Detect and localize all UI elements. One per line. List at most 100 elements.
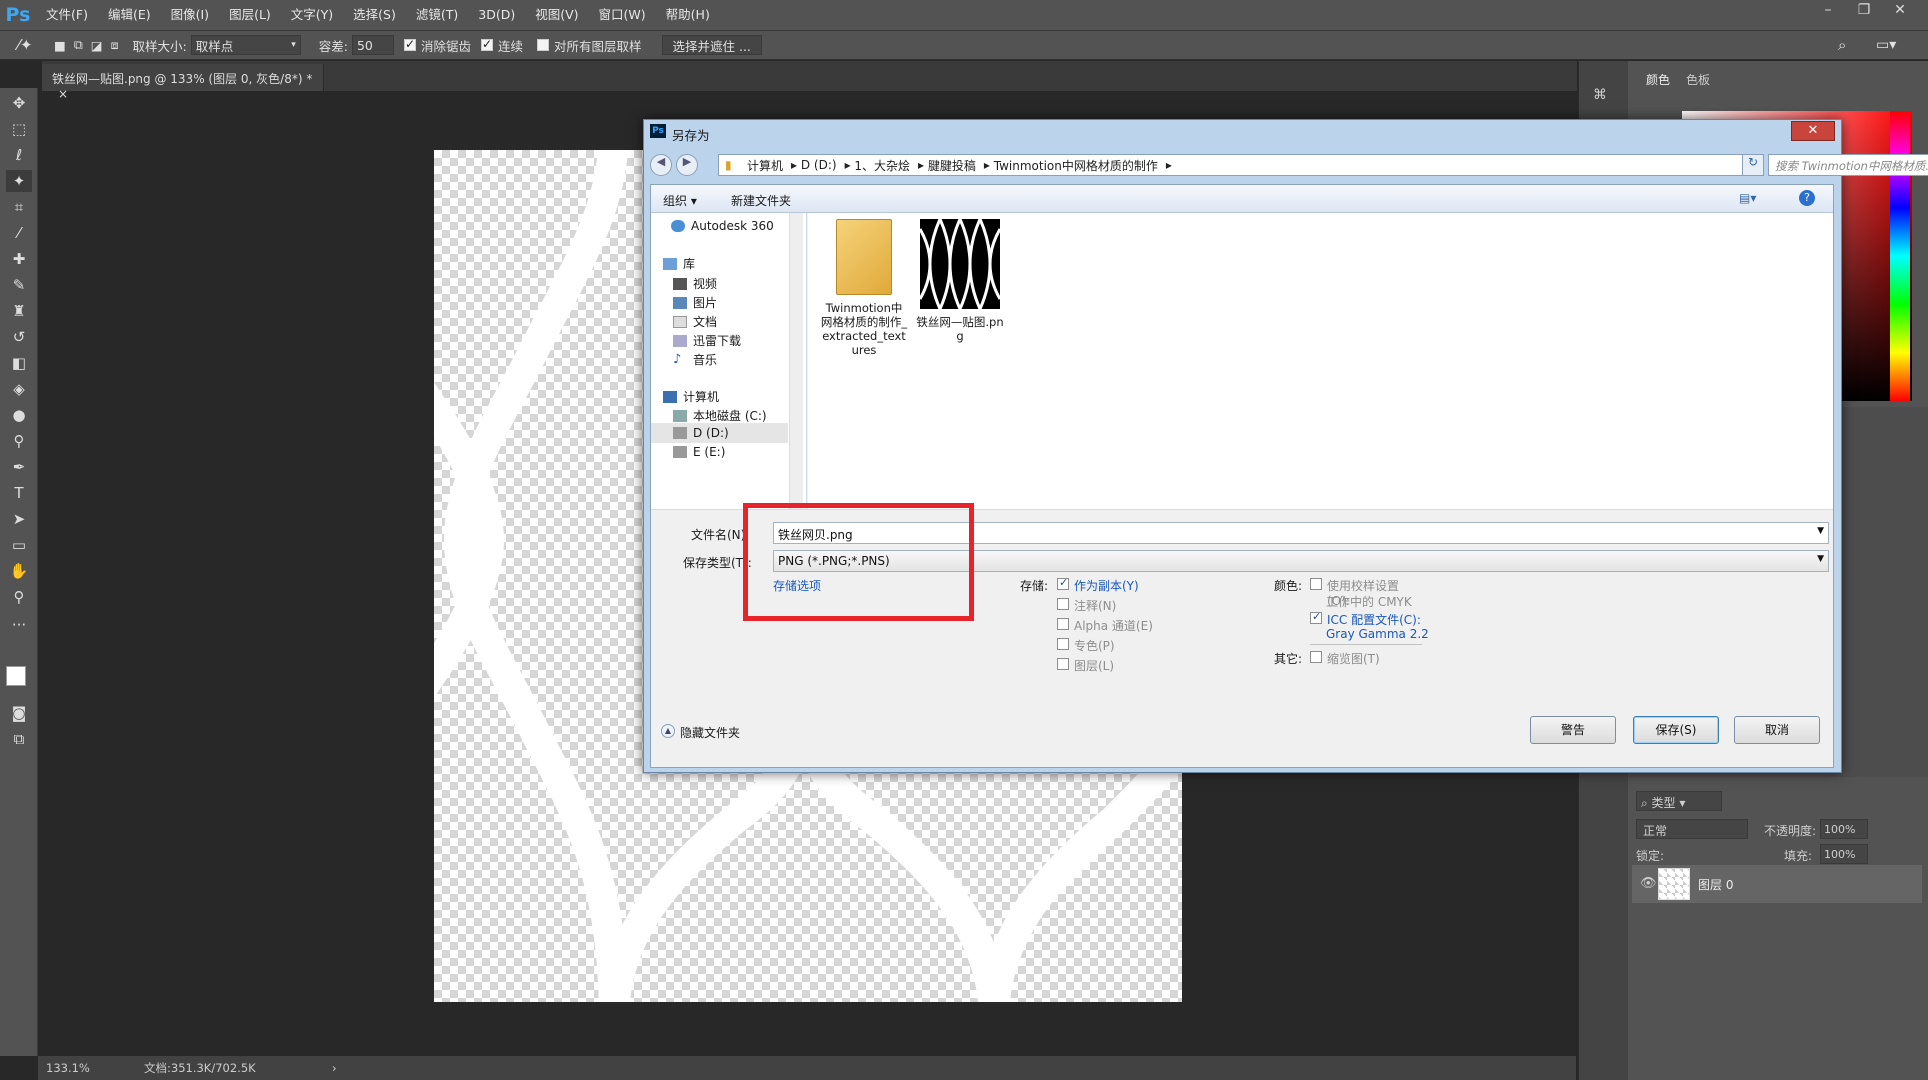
status-arrow-icon[interactable]: › xyxy=(332,1061,337,1075)
sample-all-checkbox[interactable] xyxy=(536,39,549,51)
clone-stamp-icon[interactable]: ♜ xyxy=(6,300,32,322)
thumbnail-option[interactable]: 缩览图(T) xyxy=(1310,650,1380,667)
nav-pictures[interactable]: 图片 xyxy=(673,294,717,311)
crop-tool-icon[interactable]: ⌗ xyxy=(6,196,32,218)
hide-folders-toggle[interactable]: ▲ 隐藏文件夹 xyxy=(661,724,740,741)
close-tab-icon[interactable]: × xyxy=(58,87,68,101)
nav-music[interactable]: ♪ 音乐 xyxy=(673,351,717,368)
eraser-tool-icon[interactable]: ◧ xyxy=(6,352,32,374)
screen-mode-icon[interactable]: ⧉ xyxy=(6,728,32,750)
search-input[interactable]: 搜索 Twinmotion中网格材质... xyxy=(1768,154,1928,176)
foreground-color-swatch[interactable] xyxy=(6,666,26,686)
menu-window[interactable]: 窗口(W) xyxy=(589,0,656,30)
nav-drive-d[interactable]: D (D:) xyxy=(651,423,788,443)
sample-size-select[interactable]: 取样点 ▾ xyxy=(190,35,301,55)
alpha-checkbox[interactable] xyxy=(1057,618,1069,630)
eyedropper-tool-icon[interactable]: ⁄ xyxy=(6,222,32,244)
layer-row[interactable]: 👁 图层 0 xyxy=(1632,865,1922,903)
use-proof-checkbox[interactable] xyxy=(1310,578,1322,590)
move-tool-icon[interactable]: ✥ xyxy=(6,92,32,114)
thumbnail-checkbox[interactable] xyxy=(1310,651,1322,663)
as-copy-checkbox[interactable] xyxy=(1057,576,1069,590)
help-icon[interactable]: ? xyxy=(1799,190,1815,206)
breadcrumb-drive-d[interactable]: D (D:) xyxy=(801,158,837,172)
new-folder-button[interactable]: 新建文件夹 xyxy=(731,192,791,209)
rectangle-tool-icon[interactable]: ▭ xyxy=(6,534,32,556)
spot-option[interactable]: 专色(P) xyxy=(1057,637,1115,654)
menu-type[interactable]: 文字(Y) xyxy=(281,0,343,30)
paint-bucket-icon[interactable]: ◈ xyxy=(6,378,32,400)
breadcrumb-misc[interactable]: 1、大杂烩 xyxy=(854,157,910,174)
refresh-icon[interactable]: ↻ xyxy=(1742,154,1764,176)
menu-edit[interactable]: 编辑(E) xyxy=(98,0,161,30)
nav-scrollbar[interactable] xyxy=(789,213,803,509)
icc-checkbox[interactable] xyxy=(1310,610,1322,624)
tab-swatches[interactable]: 色板 xyxy=(1686,71,1710,88)
cancel-button[interactable]: 取消 xyxy=(1734,716,1820,744)
file-item-png[interactable]: 铁丝网—贴图.png xyxy=(916,217,1004,367)
subtract-selection-icon[interactable]: ◪ xyxy=(91,38,103,53)
tolerance-input[interactable]: 50 xyxy=(351,35,394,55)
dodge-tool-icon[interactable]: ⚲ xyxy=(6,430,32,452)
save-button[interactable]: 保存(S) xyxy=(1633,716,1719,744)
breadcrumb-computer[interactable]: 计算机 xyxy=(747,157,783,174)
blend-mode-select[interactable]: 正常 xyxy=(1636,819,1748,839)
nav-drive-c[interactable]: 本地磁盘 (C:) xyxy=(673,407,767,424)
nav-thunder[interactable]: 迅雷下载 xyxy=(673,332,741,349)
lasso-tool-icon[interactable]: ℓ xyxy=(6,144,32,166)
opacity-input[interactable]: 100% xyxy=(1820,819,1868,839)
menu-image[interactable]: 图像(I) xyxy=(161,0,219,30)
restore-icon[interactable]: ❐ xyxy=(1848,0,1880,22)
minimize-icon[interactable]: – xyxy=(1812,0,1844,22)
dialog-close-button[interactable]: ✕ xyxy=(1791,121,1835,141)
history-brush-icon[interactable]: ↺ xyxy=(6,326,32,348)
path-select-icon[interactable]: ➤ xyxy=(6,508,32,530)
zoom-level[interactable]: 133.1% xyxy=(46,1061,110,1075)
workspace-icon[interactable]: ▭▾ xyxy=(1876,37,1896,53)
nav-library[interactable]: 库 xyxy=(663,255,695,272)
close-icon[interactable]: ✕ xyxy=(1884,0,1916,22)
view-options-icon[interactable]: ▤▾ xyxy=(1739,191,1756,205)
healing-brush-icon[interactable]: ✚ xyxy=(6,248,32,270)
notes-option[interactable]: 注释(N) xyxy=(1057,597,1116,614)
tab-color[interactable]: 颜色 xyxy=(1646,71,1670,88)
organize-button[interactable]: 组织 ▾ xyxy=(663,192,697,209)
nav-autodesk[interactable]: Autodesk 360 xyxy=(671,219,774,233)
breadcrumb-current-folder[interactable]: Twinmotion中网格材质的制作 xyxy=(994,157,1158,174)
menu-3d[interactable]: 3D(D) xyxy=(468,0,525,30)
antialias-checkbox[interactable] xyxy=(403,37,416,51)
breadcrumb[interactable]: ▮ 计算机 ▸ D (D:) ▸ 1、大杂烩 ▸ 腱腱投稿 ▸ Twinmotion中网… xyxy=(718,154,1758,176)
icc-option[interactable]: ICC 配置文件(C): xyxy=(1310,610,1421,628)
contiguous-checkbox[interactable] xyxy=(480,37,493,51)
pen-tool-icon[interactable]: ✒ xyxy=(6,456,32,478)
nav-videos[interactable]: 视频 xyxy=(673,275,717,292)
magic-wand-tool-icon[interactable]: ✦ xyxy=(6,170,32,192)
menu-view[interactable]: 视图(V) xyxy=(525,0,588,30)
nav-computer[interactable]: 计算机 xyxy=(663,388,719,405)
alpha-option[interactable]: Alpha 通道(E) xyxy=(1057,617,1153,634)
intersect-selection-icon[interactable]: ⧈ xyxy=(111,37,119,53)
menu-filter[interactable]: 滤镜(T) xyxy=(406,0,468,30)
history-panel-icon[interactable]: ⌘ xyxy=(1593,87,1607,103)
as-copy-option[interactable]: 作为副本(Y) xyxy=(1057,576,1139,594)
forward-icon[interactable]: ▶ xyxy=(676,154,698,176)
layer-filter-select[interactable]: ⌕ 类型 ▾ xyxy=(1636,791,1722,811)
document-tab[interactable]: 铁丝网—贴图.png @ 133% (图层 0, 灰色/8*) * × xyxy=(42,64,324,101)
file-item-folder[interactable]: Twinmotion中网格材质的制作_extracted_textures xyxy=(820,217,908,367)
brush-tool-icon[interactable]: ✎ xyxy=(6,274,32,296)
spot-checkbox[interactable] xyxy=(1057,638,1069,650)
menu-help[interactable]: 帮助(H) xyxy=(656,0,720,30)
more-tools-icon[interactable]: ··· xyxy=(6,614,32,636)
fill-input[interactable]: 100% xyxy=(1820,844,1868,864)
layers-checkbox[interactable] xyxy=(1057,658,1069,670)
nav-drive-e[interactable]: E (E:) xyxy=(673,445,725,459)
select-and-mask-button[interactable]: 选择并遮住 ... xyxy=(661,35,762,55)
notes-checkbox[interactable] xyxy=(1057,598,1069,610)
eye-icon[interactable]: 👁 xyxy=(1640,876,1657,891)
magic-wand-icon[interactable]: ⁄✦ xyxy=(0,36,50,54)
warning-button[interactable]: 警告 xyxy=(1530,716,1616,744)
menu-select[interactable]: 选择(S) xyxy=(343,0,406,30)
nav-documents[interactable]: 文档 xyxy=(673,313,717,330)
back-icon[interactable]: ◀ xyxy=(650,154,672,176)
type-tool-icon[interactable]: T xyxy=(6,482,32,504)
